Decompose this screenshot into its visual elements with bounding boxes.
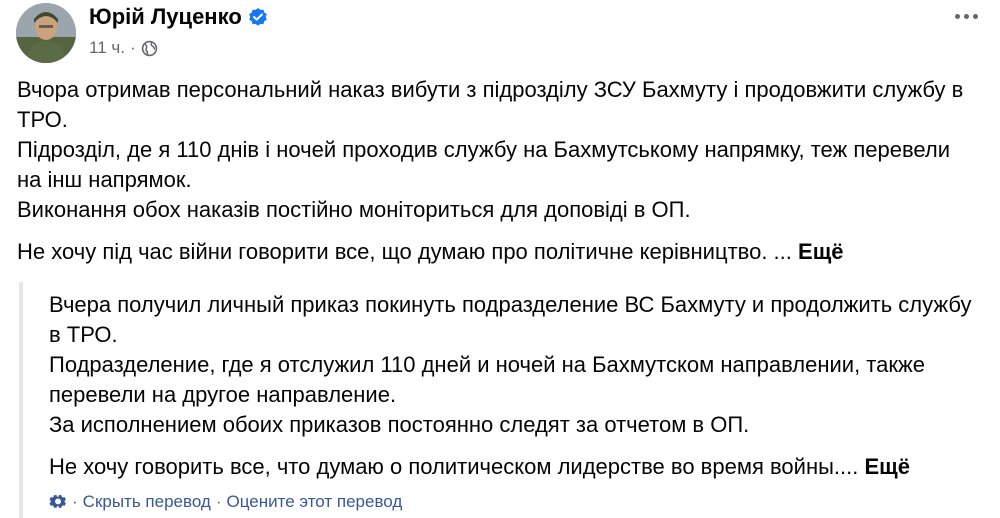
translation-block: Вчера получил личный приказ покинуть под… [19,282,988,518]
see-more-link[interactable]: Ещё [798,239,843,264]
translation-last-paragraph: Не хочу говорить все, что думаю о полити… [49,452,984,482]
translation-body: Вчера получил личный приказ покинуть под… [49,290,984,482]
translation-paragraph: За исполнением обоих приказов постоянно … [49,412,750,437]
post-truncated-text: Не хочу під час війни говорити все, що д… [17,239,792,264]
verified-badge-icon [248,7,268,27]
footer-separator: · [72,492,78,511]
gear-icon[interactable] [49,493,67,511]
translation-paragraph: Подразделение, где я отслужил 110 дней и… [49,352,925,407]
post-timestamp[interactable]: 11 ч. [89,38,125,58]
rate-translation-link[interactable]: Оцените этот перевод [227,492,403,512]
post-body: Вчора отримав персональний наказ вибути … [17,75,977,267]
post-paragraph: Вчора отримав персональний наказ вибути … [17,77,964,132]
post-meta: 11 ч. · [89,38,158,58]
translation-footer: · Скрыть перевод · Оцените этот перевод [49,492,402,512]
hide-translation-link[interactable]: Скрыть перевод [83,492,211,512]
footer-separator: · [215,492,222,511]
translation-paragraph: Вчера получил личный приказ покинуть под… [49,292,972,347]
post-last-paragraph: Не хочу під час війни говорити все, що д… [17,237,977,267]
author-name[interactable]: Юрій Луценко [89,4,242,30]
translation-truncated-text: Не хочу говорить все, что думаю о полити… [49,454,859,479]
translation-see-more-link[interactable]: Ещё [864,454,909,479]
user-photo [16,3,76,63]
more-options-icon[interactable] [955,14,978,19]
author-avatar[interactable] [16,3,76,63]
post-paragraph: Виконання обох наказів постійно монітори… [17,197,691,222]
post-paragraph: Підрозділ, де я 110 днів і ночей проходи… [17,137,951,192]
globe-icon[interactable] [141,40,158,57]
post-author: Юрій Луценко [89,4,268,30]
meta-separator: · [129,38,136,57]
